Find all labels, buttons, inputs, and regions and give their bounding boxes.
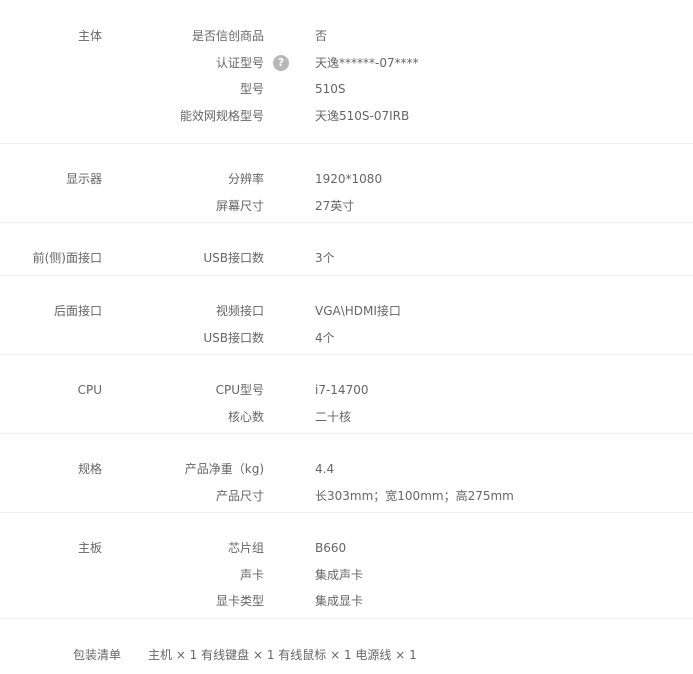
spec-group-front-ports: 前(侧)面接口 USB接口数 3个 — [0, 223, 693, 276]
spec-row: USB接口数 4个 — [0, 328, 693, 355]
spec-rows: 是否信创商品 否 认证型号 ? 天逸******-07**** 型号 510S … — [0, 0, 693, 151]
spec-label: 芯片组 — [227, 541, 264, 555]
spec-row: 认证型号 ? 天逸******-07**** — [0, 53, 693, 80]
spec-value: 4个 — [315, 330, 335, 345]
spec-value: 3个 — [315, 251, 335, 265]
package-list: 包装清单 主机 × 1 有线键盘 × 1 有线鼠标 × 1 电源线 × 1 — [0, 619, 693, 674]
spec-group-display: 显示器 分辨率 1920*1080 屏幕尺寸 27英寸 — [0, 144, 693, 223]
spec-label: 屏幕尺寸 — [215, 198, 264, 213]
spec-row: CPU型号 i7-14700 — [0, 380, 693, 407]
spec-row: 是否信创商品 否 — [0, 26, 693, 53]
spec-row: 型号 510S — [0, 79, 693, 106]
spec-label: 分辨率 — [227, 172, 264, 186]
question-mark-icon[interactable]: ? — [273, 54, 289, 71]
spec-row: 芯片组 B660 — [0, 538, 693, 565]
spec-label: 产品尺寸 — [215, 488, 264, 503]
spec-value: 集成显卡 — [315, 594, 364, 609]
spec-row: 产品净重（kg) 4.4 — [0, 459, 693, 486]
spec-group-main: 主体 是否信创商品 否 认证型号 ? 天逸******-07**** 型号 51… — [0, 0, 693, 144]
spec-label: 能效网规格型号 — [179, 108, 264, 123]
spec-label: 核心数 — [227, 409, 264, 424]
spec-value: 天逸510S-07IRB — [315, 108, 410, 123]
spec-label: 型号 — [239, 82, 264, 97]
spec-row: 显卡类型 集成显卡 — [0, 591, 693, 618]
spec-value: 否 — [315, 29, 328, 43]
spec-value: 4.4 — [315, 462, 335, 476]
spec-value: 510S — [315, 82, 346, 97]
spec-row: 产品尺寸 长303mm；宽100mm；高275mm — [0, 486, 693, 513]
spec-label: USB接口数 — [203, 251, 264, 265]
package-list-title: 包装清单 — [73, 648, 122, 662]
spec-value: i7-14700 — [315, 383, 369, 397]
spec-value: 天逸******-07**** — [315, 55, 419, 70]
spec-label: 是否信创商品 — [191, 29, 264, 43]
spec-group-rear-ports: 后面接口 视频接口 VGA\HDMI接口 USB接口数 4个 — [0, 276, 693, 355]
spec-row: 分辨率 1920*1080 — [0, 169, 693, 196]
spec-table: 主体 是否信创商品 否 认证型号 ? 天逸******-07**** 型号 51… — [0, 0, 693, 674]
spec-label: CPU型号 — [215, 383, 264, 397]
spec-row: 声卡 集成声卡 — [0, 565, 693, 592]
spec-label: USB接口数 — [203, 330, 264, 345]
spec-value: 1920*1080 — [315, 172, 383, 186]
spec-value: 长303mm；宽100mm；高275mm — [315, 488, 514, 503]
spec-row: 屏幕尺寸 27英寸 — [0, 196, 693, 223]
spec-row: 视频接口 VGA\HDMI接口 — [0, 301, 693, 328]
spec-row: 核心数 二十核 — [0, 407, 693, 434]
spec-group-motherboard: 主板 芯片组 B660 声卡 集成声卡 显卡类型 集成显卡 — [0, 513, 693, 619]
spec-value: B660 — [315, 541, 347, 555]
spec-row: USB接口数 3个 — [0, 248, 693, 275]
spec-label: 产品净重（kg) — [184, 462, 264, 476]
spec-label: 认证型号 — [215, 55, 264, 70]
spec-group-cpu: CPU CPU型号 i7-14700 核心数 二十核 — [0, 355, 693, 434]
package-list-content: 主机 × 1 有线键盘 × 1 有线鼠标 × 1 电源线 × 1 — [148, 648, 417, 662]
spec-label: 声卡 — [239, 567, 264, 582]
spec-row: 能效网规格型号 天逸510S-07IRB — [0, 106, 693, 133]
spec-value: VGA\HDMI接口 — [315, 304, 401, 318]
spec-label: 视频接口 — [215, 304, 264, 318]
spec-value: 二十核 — [315, 409, 352, 424]
spec-group-specs: 规格 产品净重（kg) 4.4 产品尺寸 长303mm；宽100mm；高275m… — [0, 434, 693, 513]
spec-value: 集成声卡 — [315, 567, 364, 582]
spec-label: 显卡类型 — [215, 594, 264, 609]
spec-value: 27英寸 — [315, 198, 355, 213]
